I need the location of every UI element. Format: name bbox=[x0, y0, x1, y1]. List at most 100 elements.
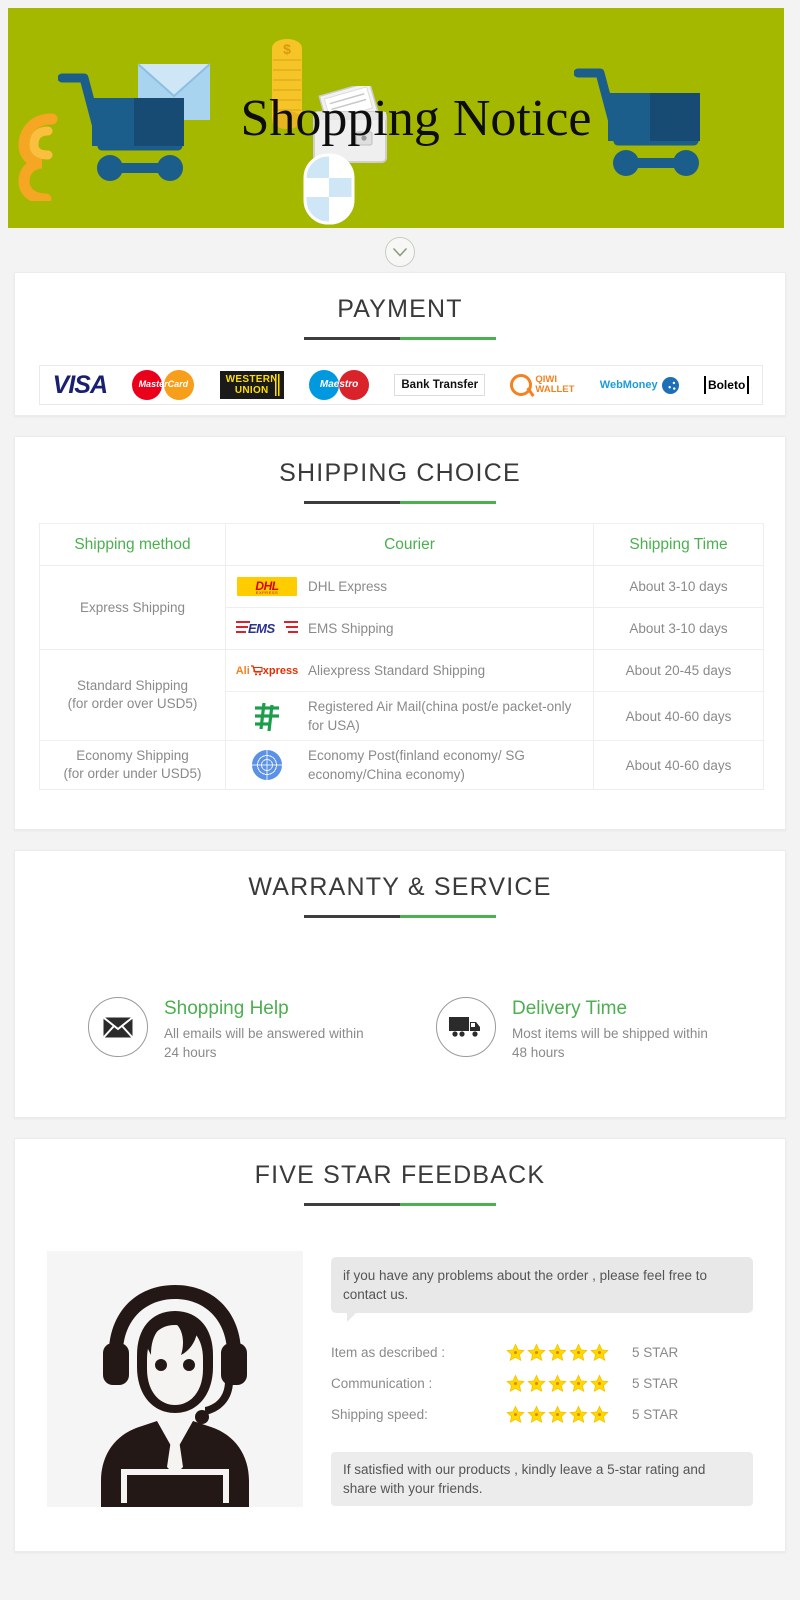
payment-method-webmoney[interactable]: WebMoney bbox=[600, 368, 679, 402]
header-shipping-time: Shipping Time bbox=[593, 523, 764, 566]
courier-name: Economy Post(finland economy/ SG economy… bbox=[308, 748, 525, 782]
payment-method-visa[interactable]: VISA bbox=[52, 368, 108, 402]
table-row: Economy Shipping (for order under USD5) … bbox=[39, 740, 764, 790]
payment-method-bank-transfer[interactable]: Bank Transfer bbox=[394, 368, 486, 402]
star-icon bbox=[569, 1343, 588, 1362]
time-china-post: About 40-60 days bbox=[593, 691, 764, 741]
rule-dark-segment bbox=[304, 337, 400, 340]
rule-green-segment bbox=[400, 501, 496, 504]
aliexpress-logo-text2: xpress bbox=[262, 664, 299, 677]
warranty-title-rule bbox=[15, 915, 785, 918]
warranty-items: Shopping Help All emails will be answere… bbox=[15, 997, 785, 1062]
rating-label: Communication : bbox=[331, 1376, 433, 1391]
warranty-item-delivery-time: Delivery Time Most items will be shipped… bbox=[436, 997, 712, 1062]
method-economy-label: Economy Shipping bbox=[76, 748, 189, 763]
payment-section: PAYMENT VISA MasterCard WESTERN UNION Ma… bbox=[14, 272, 786, 416]
warranty-title: WARRANTY & SERVICE bbox=[248, 873, 552, 901]
method-standard-label: Standard Shipping bbox=[76, 678, 189, 693]
ems-logo: EMS bbox=[236, 616, 298, 642]
courier-name: Aliexpress Standard Shipping bbox=[308, 663, 486, 678]
payment-title-rule bbox=[15, 337, 785, 340]
qiwi-wallet-logo: QIWI WALLET bbox=[510, 374, 574, 396]
china-post-glyph-icon bbox=[255, 702, 279, 732]
customer-service-agent-icon bbox=[47, 1251, 303, 1507]
rating-row: Communication : 5 STAR bbox=[331, 1368, 753, 1399]
payment-method-qiwi[interactable]: QIWI WALLET bbox=[510, 368, 574, 402]
warranty-item-title: Shopping Help bbox=[164, 998, 289, 1019]
shipping-title-rule bbox=[15, 501, 785, 504]
western-union-line2: UNION bbox=[234, 385, 269, 396]
time-aliexpress: About 20-45 days bbox=[593, 649, 764, 692]
courier-name: EMS Shipping bbox=[308, 621, 394, 636]
feedback-right-column: if you have any problems about the order… bbox=[331, 1251, 753, 1507]
courier-ems: EMS EMS Shipping bbox=[225, 607, 594, 650]
courier-dhl: DHL EXPRESS DHL Express bbox=[225, 565, 594, 608]
warranty-item-shopping-help: Shopping Help All emails will be answere… bbox=[88, 997, 364, 1062]
maestro-label: Maestro bbox=[319, 379, 359, 390]
payment-method-western-union[interactable]: WESTERN UNION bbox=[219, 368, 284, 402]
shipping-table: Shipping method Courier Shipping Time Ex… bbox=[39, 523, 764, 790]
payment-method-mastercard[interactable]: MasterCard bbox=[132, 368, 195, 402]
dhl-logo-subtext: EXPRESS bbox=[255, 590, 279, 595]
qiwi-q-icon bbox=[510, 374, 533, 396]
star-icon bbox=[569, 1374, 588, 1393]
method-standard-note: (for order over USD5) bbox=[67, 696, 198, 711]
method-economy-note: (for order under USD5) bbox=[63, 766, 202, 781]
western-union-line1: WESTERN bbox=[225, 374, 278, 385]
un-post-logo bbox=[236, 750, 298, 780]
rule-green-segment bbox=[400, 915, 496, 918]
expand-button-wrap bbox=[0, 236, 800, 268]
webmoney-globe-icon bbox=[661, 376, 679, 394]
cart-glyph-icon bbox=[250, 664, 263, 675]
qiwi-line2: WALLET bbox=[535, 384, 575, 395]
warranty-section: WARRANTY & SERVICE Shopping Help All ema… bbox=[14, 850, 786, 1118]
payment-method-maestro[interactable]: Maestro bbox=[309, 368, 370, 402]
star-icon bbox=[590, 1374, 609, 1393]
star-icon bbox=[590, 1405, 609, 1424]
agent-glyph-icon bbox=[101, 1285, 249, 1507]
envelope-glyph-icon bbox=[103, 1016, 133, 1038]
star-icon bbox=[527, 1343, 546, 1362]
time-ems: About 3-10 days bbox=[593, 607, 764, 650]
rating-stars bbox=[506, 1405, 614, 1424]
method-economy: Economy Shipping (for order under USD5) bbox=[39, 740, 226, 790]
feedback-section: FIVE STAR FEEDBACK if you have any probl… bbox=[14, 1138, 786, 1552]
warranty-item-desc: All emails will be answered within 24 ho… bbox=[164, 1026, 364, 1060]
table-row: Express Shipping DHL EXPRESS DHL Express bbox=[39, 565, 764, 650]
webmoney-logo: WebMoney bbox=[600, 376, 679, 394]
payment-methods-strip: VISA MasterCard WESTERN UNION Maestro Ba… bbox=[39, 365, 763, 405]
star-icon bbox=[548, 1374, 567, 1393]
star-icon bbox=[548, 1343, 567, 1362]
header-shipping-method: Shipping method bbox=[39, 523, 226, 566]
rule-green-segment bbox=[400, 1203, 496, 1206]
rule-green-segment bbox=[400, 337, 496, 340]
rating-label: Shipping speed: bbox=[331, 1407, 428, 1422]
time-dhl: About 3-10 days bbox=[593, 565, 764, 608]
method-standard: Standard Shipping (for order over USD5) bbox=[39, 649, 226, 741]
rating-value: 5 STAR bbox=[632, 1376, 679, 1391]
courier-un-post: Economy Post(finland economy/ SG economy… bbox=[225, 740, 594, 790]
header-courier: Courier bbox=[225, 523, 594, 566]
star-icon bbox=[590, 1343, 609, 1362]
rule-dark-segment bbox=[304, 501, 400, 504]
payment-title: PAYMENT bbox=[337, 295, 463, 323]
table-header-row: Shipping method Courier Shipping Time bbox=[39, 523, 764, 566]
rating-value: 5 STAR bbox=[632, 1345, 679, 1360]
visa-logo: VISA bbox=[52, 370, 108, 399]
feedback-body: if you have any problems about the order… bbox=[15, 1251, 785, 1507]
time-un-post: About 40-60 days bbox=[593, 740, 764, 790]
shopping-notice-page: $ Shopping Notice PAYMENT VISA MasterCar… bbox=[0, 0, 800, 1600]
bank-transfer-logo: Bank Transfer bbox=[394, 374, 486, 396]
western-union-bars bbox=[274, 374, 281, 396]
star-icon bbox=[506, 1374, 525, 1393]
warranty-item-desc: Most items will be shipped within 48 hou… bbox=[512, 1026, 708, 1060]
rating-stars bbox=[506, 1343, 614, 1362]
expand-button[interactable] bbox=[385, 237, 415, 267]
dhl-logo: DHL EXPRESS bbox=[236, 574, 298, 600]
star-icon bbox=[506, 1405, 525, 1424]
payment-method-boleto[interactable]: Boleto bbox=[703, 368, 750, 402]
courier-name: Registered Air Mail(china post/e packet-… bbox=[308, 699, 572, 733]
warranty-item-title: Delivery Time bbox=[512, 998, 628, 1019]
star-icon bbox=[569, 1405, 588, 1424]
banner-title: Shopping Notice bbox=[240, 89, 592, 147]
